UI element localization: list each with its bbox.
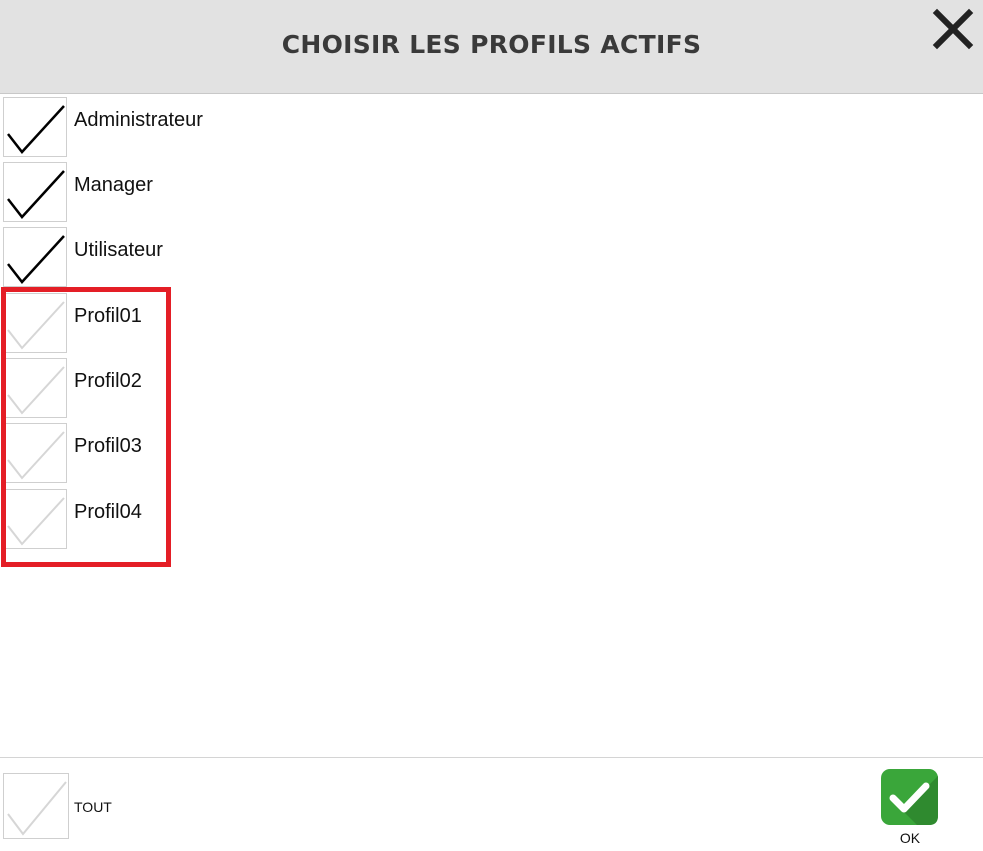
profile-label: Profil03 [74, 435, 142, 457]
profile-row-profil03[interactable]: Profil03 [0, 421, 983, 486]
checkmark-icon [7, 170, 65, 219]
profile-label: Profil02 [74, 370, 142, 392]
checkmark-icon [7, 235, 65, 284]
ok-button[interactable] [881, 769, 938, 825]
profile-checkbox[interactable] [3, 423, 67, 483]
profile-label: Profil04 [74, 501, 142, 523]
profile-checkbox[interactable] [3, 162, 67, 222]
ok-label: OK [899, 830, 921, 846]
profile-label: Utilisateur [74, 239, 163, 261]
close-button[interactable] [932, 8, 974, 50]
profile-row-profil02[interactable]: Profil02 [0, 356, 983, 421]
checkmark-icon [7, 431, 65, 480]
checkmark-icon [7, 366, 65, 415]
profile-checkbox[interactable] [3, 97, 67, 157]
dialog-header: CHOISIR LES PROFILS ACTIFS [0, 0, 983, 94]
profile-row-profil04[interactable]: Profil04 [0, 487, 983, 552]
profile-checkbox[interactable] [3, 227, 67, 287]
checkmark-icon [7, 105, 65, 154]
close-icon [932, 8, 974, 50]
select-all-label: TOUT [74, 799, 112, 815]
select-all-checkbox[interactable] [3, 773, 69, 839]
profile-checkbox[interactable] [3, 293, 67, 353]
checkmark-icon [7, 781, 67, 836]
check-icon [881, 769, 938, 825]
profile-label: Administrateur [74, 109, 203, 131]
profile-label: Manager [74, 174, 153, 196]
profile-checkbox[interactable] [3, 489, 67, 549]
profile-row-profil01[interactable]: Profil01 [0, 291, 983, 356]
profile-row-utilisateur[interactable]: Utilisateur [0, 225, 983, 290]
profiles-dialog: CHOISIR LES PROFILS ACTIFS Administrateu… [0, 0, 983, 851]
checkmark-icon [7, 497, 65, 546]
profile-checkbox[interactable] [3, 358, 67, 418]
dialog-footer: TOUT OK [0, 757, 983, 851]
checkmark-icon [7, 301, 65, 350]
profile-label: Profil01 [74, 305, 142, 327]
profile-row-manager[interactable]: Manager [0, 160, 983, 225]
dialog-title: CHOISIR LES PROFILS ACTIFS [281, 30, 702, 59]
profile-row-administrateur[interactable]: Administrateur [0, 95, 983, 160]
